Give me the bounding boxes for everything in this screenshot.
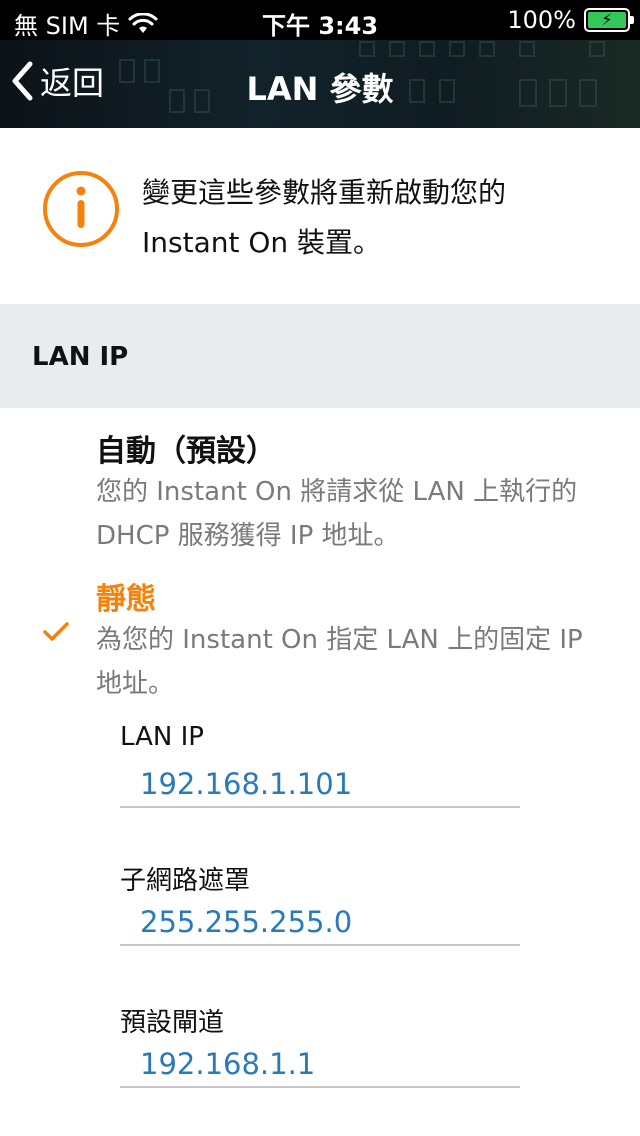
subnet-mask-label: 子網路遮罩 (120, 866, 251, 896)
subnet-mask-input[interactable] (120, 900, 520, 946)
option-auto-description: 您的 Instant On 將請求從 LAN 上執行的 DHCP 服務獲得 IP… (96, 477, 578, 551)
lan-ip-field: LAN IP (120, 722, 520, 832)
option-static-title: 靜態 (96, 582, 156, 617)
status-bar: 無 SIM 卡 下午 3:43 100% ⚡ (0, 0, 640, 40)
option-auto[interactable]: 自動（預設） 您的 Instant On 將請求從 LAN 上執行的 DHCP … (0, 426, 640, 556)
gateway-field: 預設閘道 (120, 1002, 520, 1112)
option-auto-title: 自動（預設） (96, 434, 276, 469)
lan-ip-input[interactable] (120, 762, 520, 808)
checkmark-icon (43, 622, 69, 641)
info-message: 變更這些參數將重新啟動您的 Instant On 裝置。 (142, 176, 507, 259)
gateway-input[interactable] (120, 1042, 520, 1088)
info-banner: 變更這些參數將重新啟動您的 Instant On 裝置。 (0, 128, 640, 304)
gateway-label: 預設閘道 (120, 1008, 225, 1038)
navigation-bar: 返回 LAN 參數 (0, 40, 640, 128)
battery-percent: 100% (507, 6, 576, 34)
option-static[interactable]: 靜態 為您的 Instant On 指定 LAN 上的固定 IP 地址。 (0, 574, 640, 704)
status-right: 100% ⚡ (507, 6, 634, 34)
subnet-mask-field: 子網路遮罩 (120, 860, 520, 970)
section-title: LAN IP (32, 342, 129, 372)
info-icon (43, 171, 119, 247)
battery-charging-icon: ⚡ (584, 8, 634, 32)
option-static-description: 為您的 Instant On 指定 LAN 上的固定 IP 地址。 (96, 625, 583, 699)
section-header: LAN IP (0, 304, 640, 408)
lan-ip-label: LAN IP (120, 722, 204, 752)
page-title: LAN 參數 (246, 70, 394, 108)
